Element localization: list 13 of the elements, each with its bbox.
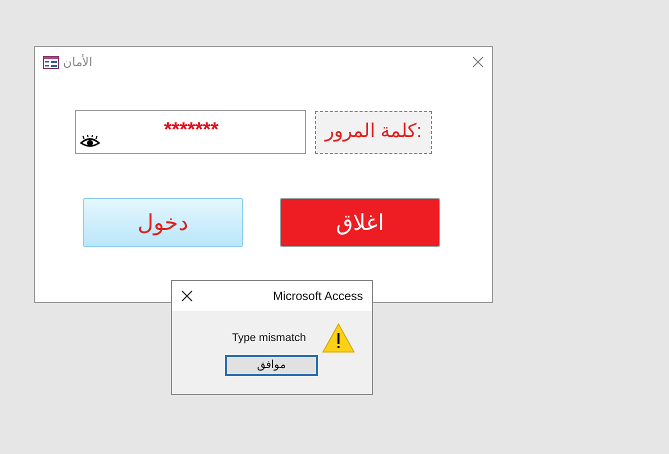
close-button[interactable]: اغلاق (280, 198, 440, 247)
ok-button[interactable]: موافق (225, 355, 318, 376)
message-text: Type mismatch (232, 330, 306, 346)
password-label: كلمة المرور: (315, 110, 432, 154)
password-field[interactable]: ******* (75, 110, 306, 154)
password-value: ******* (164, 118, 218, 143)
close-icon[interactable] (181, 290, 193, 302)
window-title: الأمان (63, 53, 92, 71)
login-button[interactable]: دخول (83, 198, 243, 247)
warning-icon (322, 323, 355, 353)
eye-icon[interactable] (80, 135, 100, 149)
dialog-title: Microsoft Access (272, 288, 363, 305)
form-icon (43, 56, 59, 68)
